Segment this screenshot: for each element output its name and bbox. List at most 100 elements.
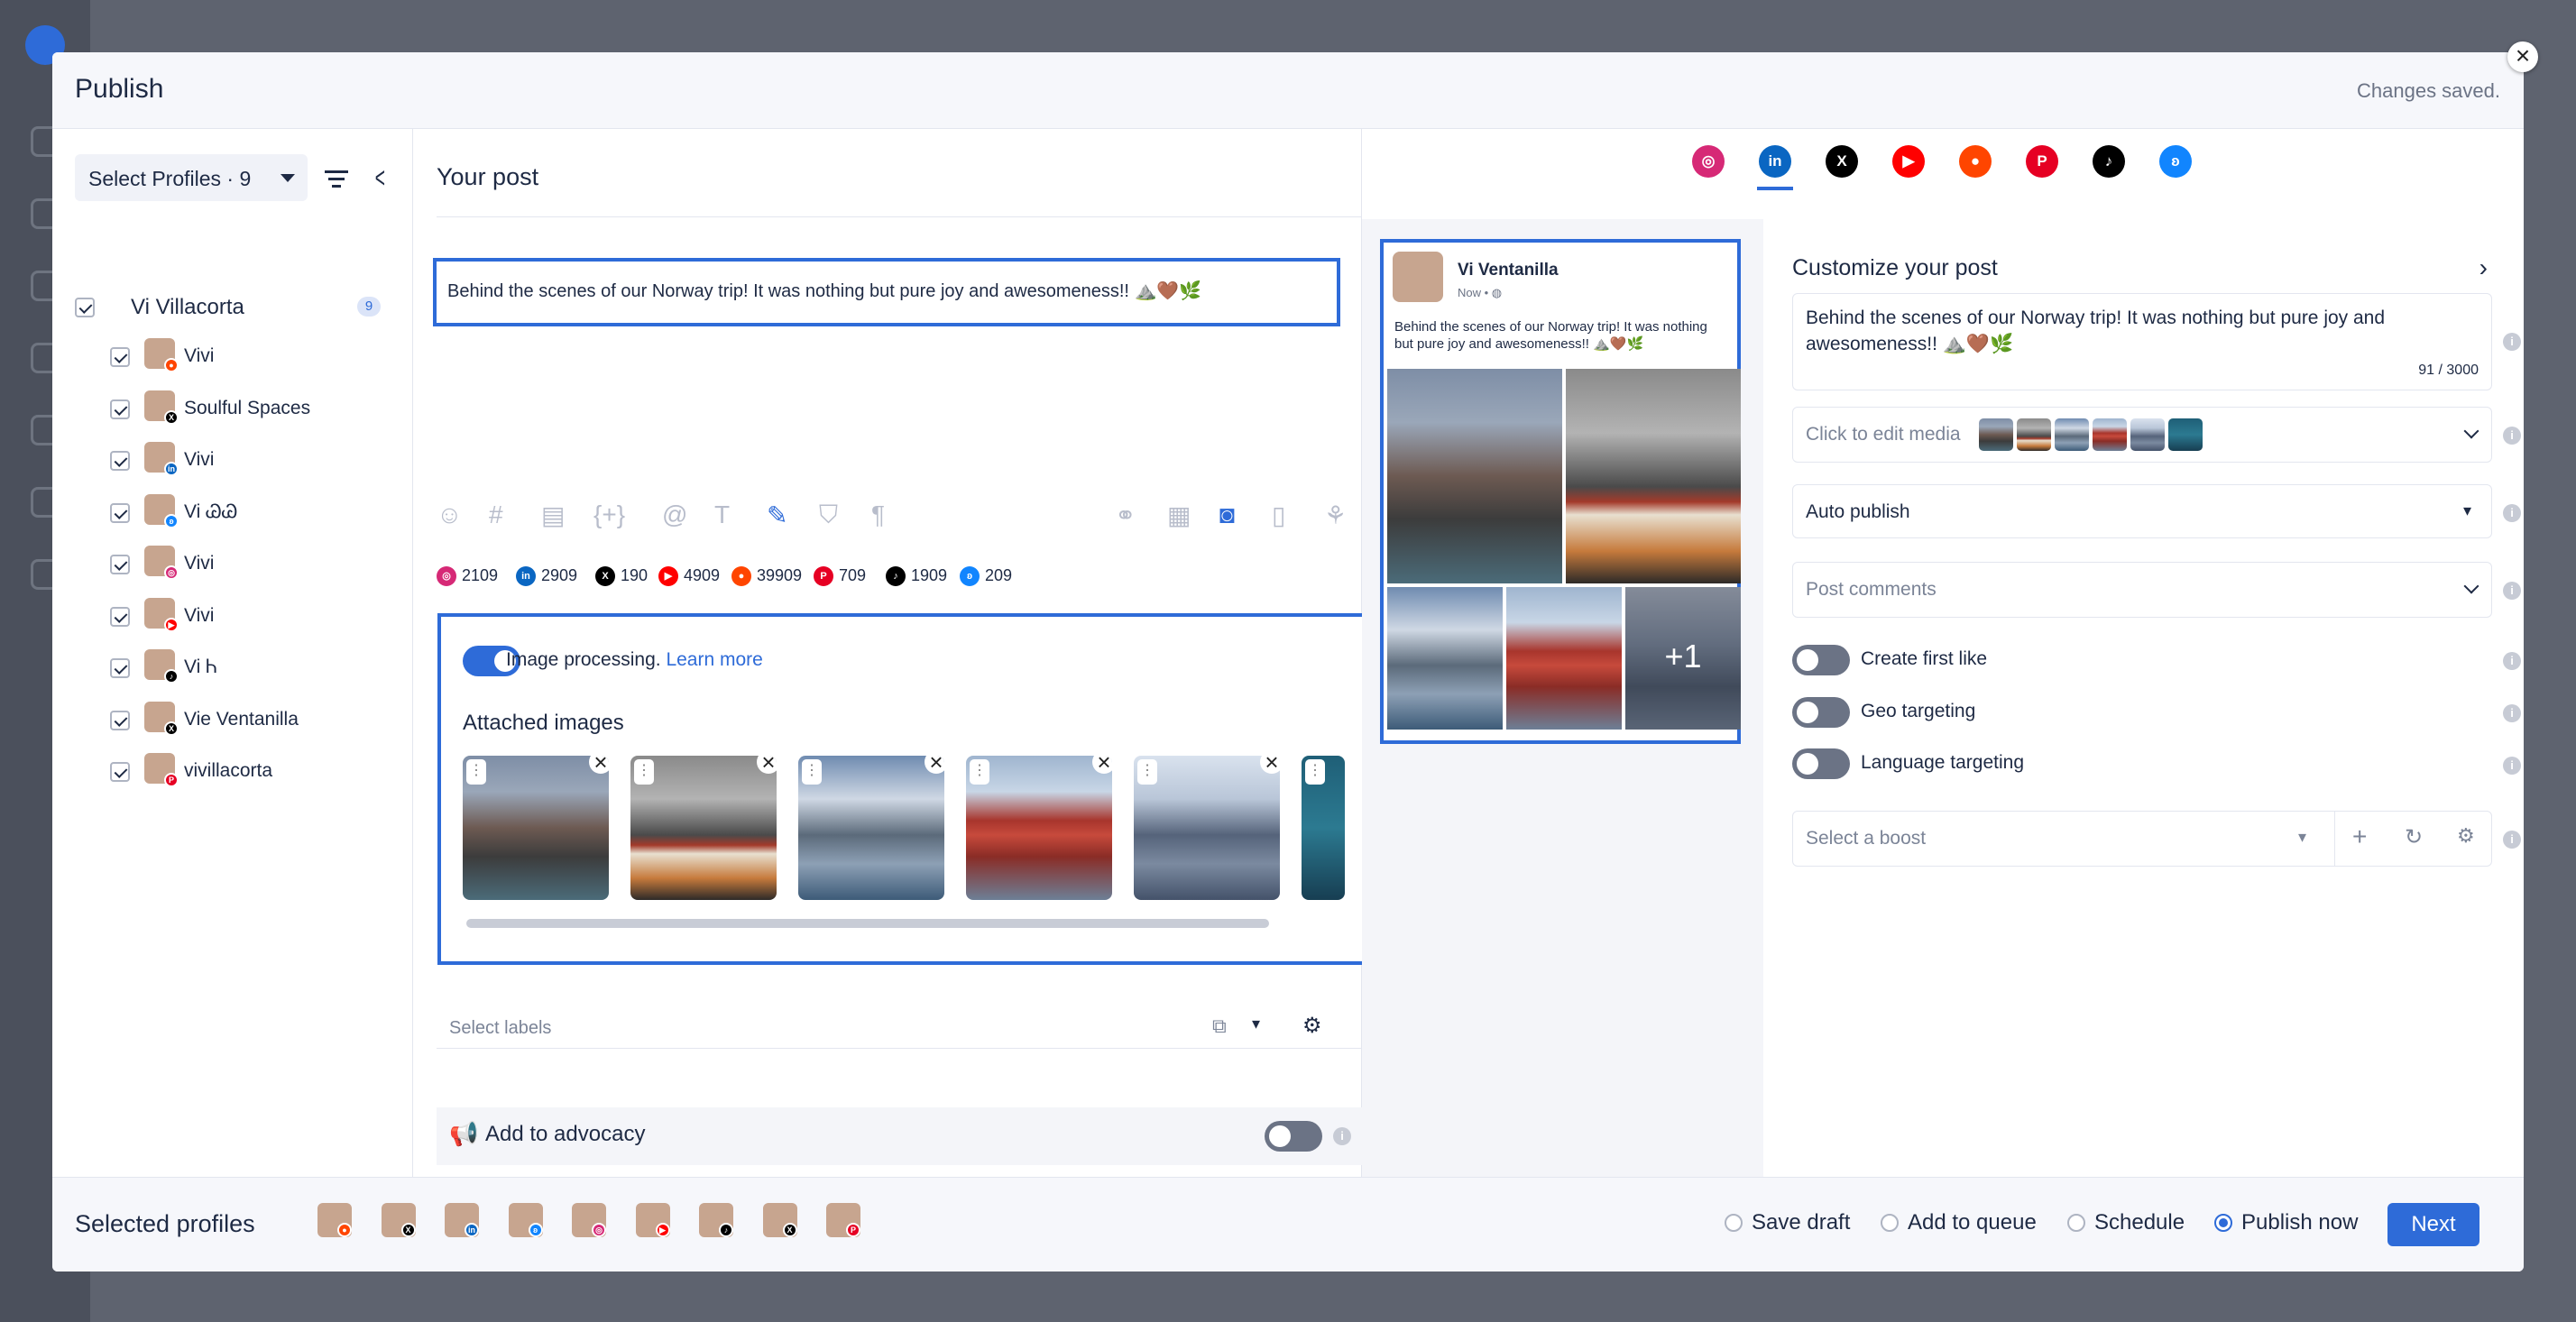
drag-handle-icon[interactable]: ⋮ <box>970 759 989 785</box>
emoji-icon[interactable]: ☺ <box>437 500 463 529</box>
save-draft-label[interactable]: Save draft <box>1752 1210 1850 1235</box>
add-to-queue-label[interactable]: Add to queue <box>1908 1210 2037 1235</box>
create-first-like-toggle[interactable] <box>1792 645 1850 675</box>
linkedin-icon[interactable]: in <box>1759 145 1791 178</box>
close-icon[interactable]: × <box>2507 41 2538 72</box>
group-checkbox[interactable] <box>75 298 95 317</box>
drag-handle-icon[interactable]: ⋮ <box>802 759 822 785</box>
reddit-icon[interactable]: ● <box>1959 145 1992 178</box>
profile-row[interactable]: X Soulful Spaces <box>52 387 413 432</box>
info-icon[interactable]: i <box>1333 1127 1351 1145</box>
profile-checkbox[interactable] <box>110 762 130 782</box>
info-icon[interactable]: i <box>2503 704 2521 722</box>
profile-row[interactable]: ◎ Vivi <box>52 542 413 587</box>
remove-image-icon[interactable]: × <box>1092 756 1112 774</box>
info-icon[interactable]: i <box>2503 582 2521 600</box>
profile-row[interactable]: ● Vivi <box>52 335 413 380</box>
profile-row[interactable]: ♪ Vi Ꮒ <box>52 646 413 691</box>
profile-checkbox[interactable] <box>110 658 130 678</box>
drag-handle-icon[interactable]: ⋮ <box>466 759 486 785</box>
remove-image-icon[interactable]: × <box>925 756 944 774</box>
attached-image[interactable]: ⋮ × <box>1134 756 1280 900</box>
filter-icon[interactable] <box>325 170 348 192</box>
link-icon[interactable]: ⚭ <box>1115 500 1136 530</box>
profile-checkbox[interactable] <box>110 606 130 627</box>
media-library-icon[interactable]: ▦ <box>1167 500 1191 530</box>
mention-icon[interactable]: @ <box>662 500 687 529</box>
attached-image[interactable]: ⋮ × <box>798 756 944 900</box>
remove-image-icon[interactable]: × <box>1260 756 1280 774</box>
plus-icon[interactable]: + <box>2352 822 2367 851</box>
template-icon[interactable]: ▤ <box>541 500 565 530</box>
collapse-icon[interactable]: < <box>375 161 385 195</box>
remove-image-icon[interactable]: × <box>757 756 777 774</box>
select-profiles-dropdown[interactable]: Select Profiles · 9 <box>75 154 308 201</box>
boost-select[interactable]: Select a boost ▾ + ↻ ⚙ <box>1792 811 2492 867</box>
auto-publish-select[interactable]: Auto publish ▾ <box>1792 484 2492 538</box>
refresh-icon[interactable]: ↻ <box>2405 824 2423 850</box>
camera-icon[interactable]: ◙ <box>1219 500 1235 529</box>
info-icon[interactable]: i <box>2503 333 2521 351</box>
publish-now-radio[interactable] <box>2214 1214 2232 1232</box>
x-icon[interactable]: X <box>1826 145 1858 178</box>
info-icon[interactable]: i <box>2503 504 2521 522</box>
variable-icon[interactable]: {+} <box>593 500 625 529</box>
add-to-queue-radio[interactable] <box>1881 1214 1899 1232</box>
profile-row[interactable]: ▶ Vivi <box>52 594 413 639</box>
gear-icon[interactable]: ⚙ <box>1302 1013 1322 1039</box>
profile-row[interactable]: ʚ Vi ᏊᏊ <box>52 491 413 536</box>
edit-media-field[interactable]: Click to edit media <box>1792 407 2492 463</box>
schedule-radio[interactable] <box>2067 1214 2085 1232</box>
youtube-icon[interactable]: ▶ <box>1892 145 1925 178</box>
profile-checkbox[interactable] <box>110 347 130 367</box>
canva-icon[interactable]: ⚘ <box>1324 500 1347 530</box>
info-icon[interactable]: i <box>2503 831 2521 849</box>
link-labels-icon[interactable]: ⧉ <box>1212 1014 1227 1038</box>
gear-icon[interactable]: ⚙ <box>2457 824 2475 848</box>
drag-handle-icon[interactable]: ⋮ <box>1137 759 1157 785</box>
caret-down-icon[interactable]: ▾ <box>2298 828 2306 847</box>
profile-checkbox[interactable] <box>110 555 130 574</box>
text-format-icon[interactable]: T <box>714 500 730 529</box>
pinterest-icon[interactable]: P <box>2026 145 2058 178</box>
hashtag-icon[interactable]: # <box>489 500 503 529</box>
profile-checkbox[interactable] <box>110 451 130 471</box>
profile-row[interactable]: X Vie Ventanilla <box>52 698 413 743</box>
language-targeting-toggle[interactable] <box>1792 748 1850 779</box>
ai-wand-icon[interactable]: ✎ <box>767 500 787 530</box>
attached-image[interactable]: ⋮ × <box>463 756 609 900</box>
info-icon[interactable]: i <box>2503 427 2521 445</box>
profile-checkbox[interactable] <box>110 502 130 523</box>
save-draft-radio[interactable] <box>1725 1214 1743 1232</box>
tiktok-icon[interactable]: ♪ <box>2093 145 2125 178</box>
info-icon[interactable]: i <box>2503 757 2521 775</box>
info-icon[interactable]: i <box>2503 652 2521 670</box>
remove-image-icon[interactable]: × <box>589 756 609 774</box>
profile-group[interactable]: Vi Villacorta 9 <box>75 291 400 327</box>
chevron-right-icon[interactable]: › <box>2479 253 2488 282</box>
attached-image[interactable]: ⋮ × <box>966 756 1112 900</box>
advocacy-toggle[interactable] <box>1265 1121 1322 1152</box>
drag-handle-icon[interactable]: ⋮ <box>1305 759 1325 785</box>
profile-row[interactable]: Pvivillacorta <box>52 749 413 794</box>
instagram-icon[interactable]: ◎ <box>1692 145 1725 178</box>
document-icon[interactable]: ▯ <box>1272 500 1285 530</box>
attached-image[interactable]: ⋮ × <box>630 756 777 900</box>
geo-targeting-toggle[interactable] <box>1792 697 1850 728</box>
schedule-label[interactable]: Schedule <box>2094 1210 2185 1235</box>
paragraph-icon[interactable]: ¶ <box>871 500 885 529</box>
images-scrollbar[interactable] <box>466 919 1269 928</box>
shield-icon[interactable]: ⛉ <box>819 500 838 530</box>
post-text-input[interactable]: Behind the scenes of our Norway trip! It… <box>433 258 1340 326</box>
profile-checkbox[interactable] <box>110 399 130 419</box>
chevron-down-icon[interactable]: ▾ <box>1252 1014 1260 1033</box>
publish-now-label[interactable]: Publish now <box>2241 1210 2358 1235</box>
attached-image[interactable]: ⋮ <box>1302 756 1345 900</box>
profile-row[interactable]: in Vivi <box>52 438 413 483</box>
learn-more-link[interactable]: Learn more <box>666 649 762 670</box>
drag-handle-icon[interactable]: ⋮ <box>634 759 654 785</box>
labels-select[interactable]: Select labels ⧉ ▾ ⚙ <box>437 1005 1362 1049</box>
profile-checkbox[interactable] <box>110 710 130 730</box>
next-button[interactable]: Next <box>2387 1203 2479 1246</box>
bluesky-icon[interactable]: ʚ <box>2159 145 2192 178</box>
